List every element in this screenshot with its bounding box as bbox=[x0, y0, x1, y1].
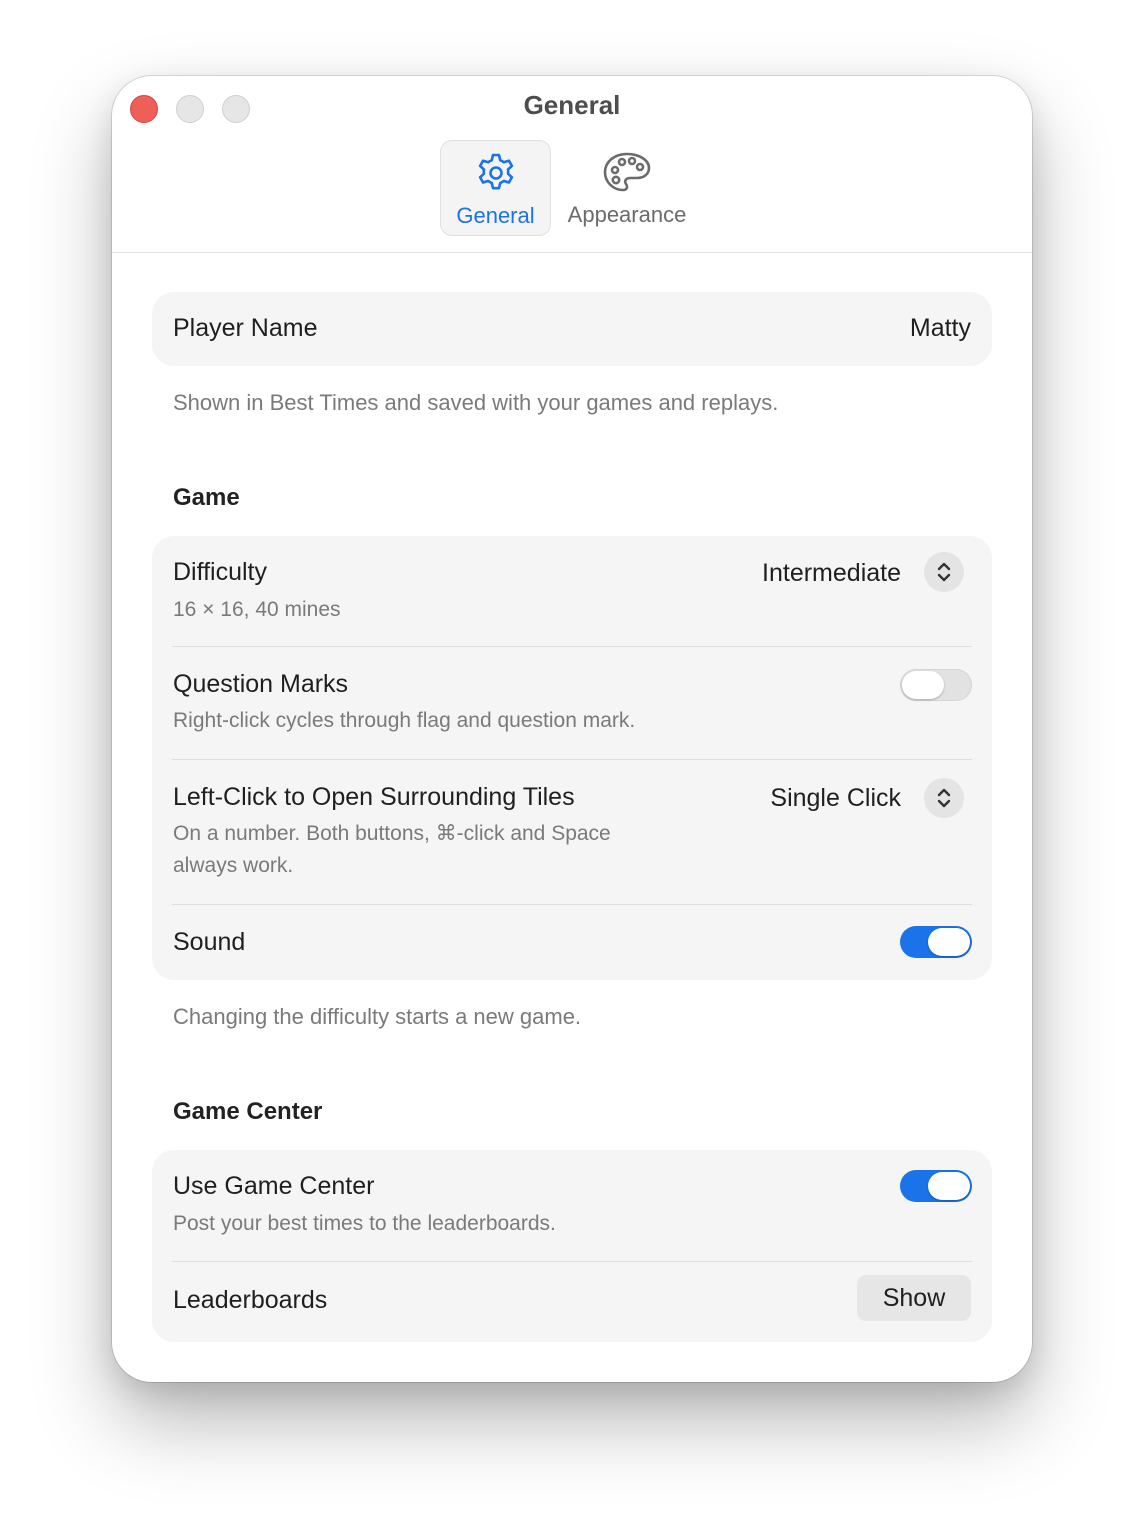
toggle-knob bbox=[928, 1172, 970, 1200]
sound-row: Sound bbox=[152, 905, 992, 980]
gear-icon bbox=[441, 151, 550, 195]
tab-general[interactable]: General bbox=[440, 140, 551, 236]
player-name-label: Player Name bbox=[173, 314, 318, 342]
question-marks-subtitle: Right-click cycles through flag and ques… bbox=[173, 709, 636, 732]
question-marks-toggle[interactable] bbox=[900, 669, 972, 701]
use-game-center-row: Use Game Center Post your best times to … bbox=[152, 1150, 992, 1261]
sound-label: Sound bbox=[173, 928, 246, 956]
difficulty-value[interactable]: Intermediate bbox=[762, 559, 901, 588]
left-click-row: Left-Click to Open Surrounding Tiles On … bbox=[152, 760, 992, 904]
difficulty-label: Difficulty bbox=[173, 558, 268, 586]
difficulty-popup-button[interactable] bbox=[924, 552, 964, 592]
chevron-up-down-icon bbox=[937, 562, 951, 582]
chevron-up-down-icon bbox=[937, 788, 951, 808]
settings-window: General General Appearance Player Name M… bbox=[112, 76, 1032, 1382]
palette-icon bbox=[560, 150, 694, 194]
show-leaderboards-button[interactable]: Show bbox=[857, 1275, 971, 1321]
question-marks-label: Question Marks bbox=[173, 670, 349, 698]
left-click-label: Left-Click to Open Surrounding Tiles bbox=[173, 783, 575, 811]
left-click-subtitle-line1: On a number. Both buttons, ⌘-click and S… bbox=[173, 822, 611, 845]
toggle-knob bbox=[902, 671, 944, 699]
use-game-center-toggle[interactable] bbox=[900, 1170, 972, 1202]
leaderboards-label: Leaderboards bbox=[173, 1286, 328, 1314]
left-click-popup-button[interactable] bbox=[924, 778, 964, 818]
use-game-center-label: Use Game Center bbox=[173, 1172, 375, 1200]
tab-appearance[interactable]: Appearance bbox=[560, 140, 694, 236]
left-click-subtitle-line2: always work. bbox=[173, 854, 294, 877]
difficulty-row: Difficulty 16 × 16, 40 mines Intermediat… bbox=[152, 536, 992, 646]
game-center-group: Use Game Center Post your best times to … bbox=[152, 1150, 992, 1342]
toggle-knob bbox=[928, 928, 970, 956]
leaderboards-row: Leaderboards Show bbox=[152, 1262, 992, 1342]
use-game-center-subtitle: Post your best times to the leaderboards… bbox=[173, 1212, 556, 1235]
window-title: General bbox=[523, 90, 621, 120]
toolbar: General General Appearance bbox=[112, 76, 1032, 253]
difficulty-subtitle: 16 × 16, 40 mines bbox=[173, 598, 341, 621]
player-name-footnote: Shown in Best Times and saved with your … bbox=[173, 390, 779, 415]
game-section-title: Game bbox=[173, 484, 240, 511]
game-center-section-title: Game Center bbox=[173, 1098, 323, 1125]
game-footnote: Changing the difficulty starts a new gam… bbox=[173, 1004, 582, 1029]
tab-appearance-label: Appearance bbox=[567, 202, 687, 227]
game-settings-group: Difficulty 16 × 16, 40 mines Intermediat… bbox=[152, 536, 992, 980]
left-click-value[interactable]: Single Click bbox=[770, 784, 901, 813]
player-name-value[interactable]: Matty bbox=[910, 314, 971, 343]
sound-toggle[interactable] bbox=[900, 926, 972, 958]
player-name-group: Player Name Matty bbox=[152, 292, 992, 366]
question-marks-row: Question Marks Right-click cycles throug… bbox=[152, 647, 992, 759]
tab-general-label: General bbox=[456, 203, 535, 228]
